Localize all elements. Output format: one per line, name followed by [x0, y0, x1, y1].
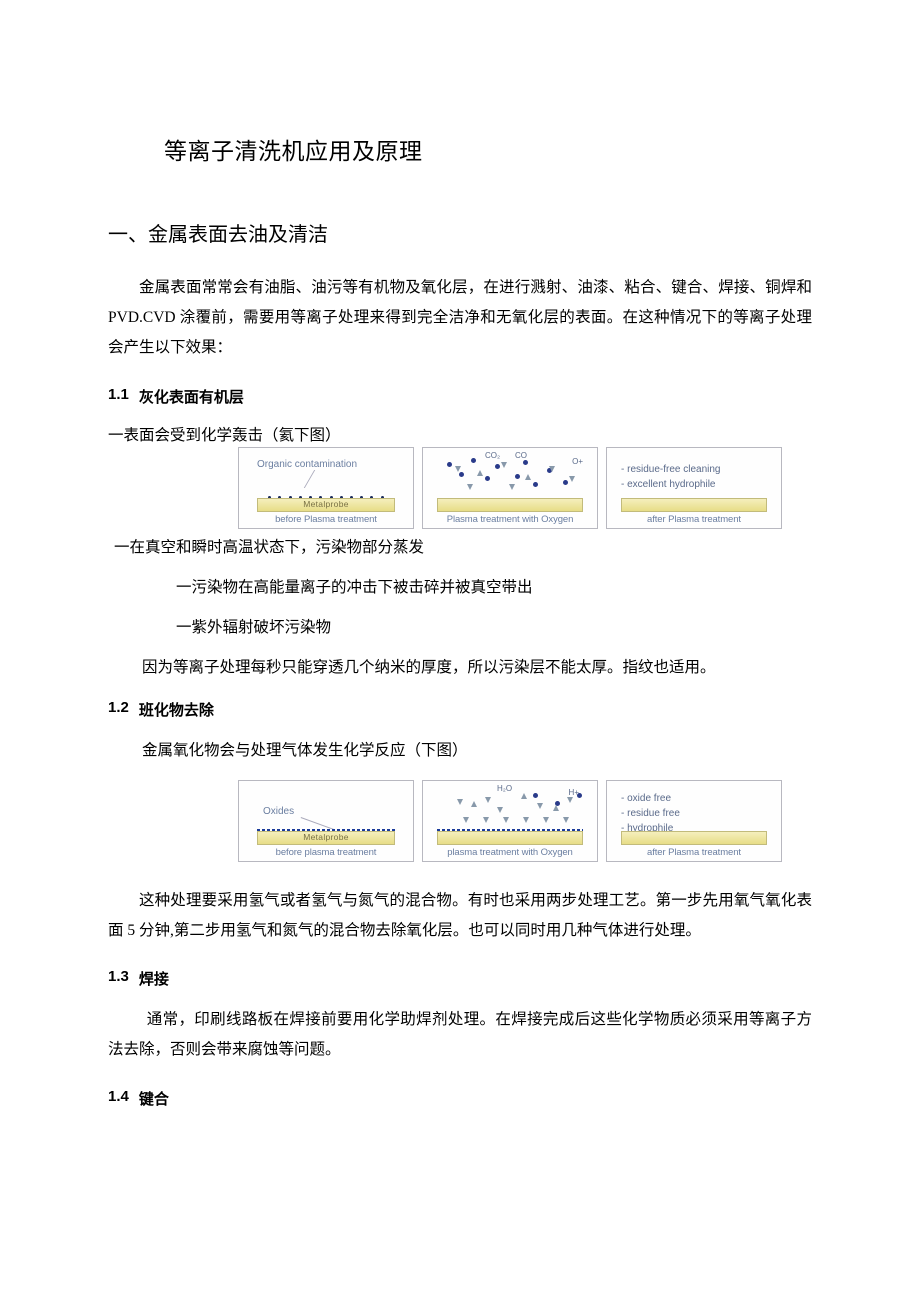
fig2-r2: - residue free: [621, 806, 680, 821]
fig2-panel-before: Oxides before plasma treatment: [238, 780, 414, 862]
fig1-panel-after: - residue-free cleaning - excellent hydr…: [606, 447, 782, 529]
fig2-caption-1: before plasma treatment: [239, 848, 413, 858]
figure-1: Organic contamination before Plasma trea…: [238, 447, 812, 529]
fig1-panel-before: Organic contamination before Plasma trea…: [238, 447, 414, 529]
para-1-2-after-text: 这种处理要采用氢气或者氢气与氮气的混合物。有时也采用两步处理工艺。第一步先用氧气…: [108, 892, 812, 939]
note-thickness: 因为等离子处理每秒只能穿透几个纳米的厚度，所以污染层不能太厚。指纹也适用。: [142, 655, 812, 677]
fig1-caption-1: before Plasma treatment: [239, 515, 413, 525]
fig2-panel-plasma: H₂O H+ plasma treatment with Oxygen: [422, 780, 598, 862]
metal-bar: [437, 498, 583, 512]
fig1-r1: - residue-free cleaning: [621, 462, 721, 477]
subheading-1-1: 1.1 灰化表面有机层: [108, 386, 812, 407]
para-1-2-after: 这种处理要采用氢气或者氢气与氮气的混合物。有时也采用两步处理工艺。第一步先用氧气…: [108, 886, 812, 946]
item-uv: 一紫外辐射破坏污染物: [176, 615, 812, 637]
para-1-3-text: 通常，印刷线路板在焊接前要用化学助焊剂处理。在焊接完成后这些化学物质必须采用等离…: [108, 1011, 812, 1058]
subheading-number: 1.4: [108, 1088, 129, 1109]
metal-bar: [437, 831, 583, 845]
lead-line-1-2: 金属氧化物会与处理气体发生化学反应（下图）: [142, 738, 812, 760]
metal-bar: [621, 498, 767, 512]
particles: [437, 454, 583, 500]
subheading-title: 班化物去除: [139, 699, 214, 720]
subheading-number: 1.3: [108, 968, 129, 989]
fig2-panel-after: - oxide free - residue free - hydrophile…: [606, 780, 782, 862]
subheading-1-2: 1.2 班化物去除: [108, 699, 812, 720]
metal-bar: [257, 831, 395, 845]
document-page: 等离子清洗机应用及原理 一、金属表面去油及清洁 金属表面常常会有油脂、油污等有机…: [0, 0, 920, 1301]
metal-bar: [621, 831, 767, 845]
fig1-result-list: - residue-free cleaning - excellent hydr…: [621, 462, 721, 492]
fig1-caption-3: after Plasma treatment: [607, 515, 781, 525]
fig2-oxides-label: Oxides: [263, 807, 294, 817]
fig1-organic-label: Organic contamination: [257, 460, 357, 470]
section-heading-1: 一、金属表面去油及清洁: [108, 218, 812, 247]
metal-bar: [257, 498, 395, 512]
page-title: 等离子清洗机应用及原理: [164, 132, 812, 166]
item-impact: 一污染物在高能量离子的冲击下被击碎并被真空带出: [176, 575, 812, 597]
fig2-caption-3: after Plasma treatment: [607, 848, 781, 858]
intro-text: 金属表面常常会有油脂、油污等有机物及氧化层，在进行溅射、油漆、粘合、键合、焊接、…: [108, 279, 812, 356]
subheading-number: 1.2: [108, 699, 129, 720]
fig2-result-list: - oxide free - residue free - hydrophile: [621, 791, 680, 836]
after-fig-line: 一在真空和瞬时高温状态下，污染物部分蒸发: [114, 535, 812, 557]
para-1-3: 通常，印刷线路板在焊接前要用化学助焊剂处理。在焊接完成后这些化学物质必须采用等离…: [108, 1005, 812, 1065]
subheading-number: 1.1: [108, 386, 129, 407]
subheading-1-3: 1.3 焊接: [108, 968, 812, 989]
fig1-panel-plasma: CO₂ CO O+ Plasma treatment with Oxygen: [422, 447, 598, 529]
figure-2: Oxides before plasma treatment H₂O H+: [238, 780, 812, 862]
lead-line-1-1: 一表面会受到化学轰击（氦下图）: [108, 423, 812, 445]
subheading-1-4: 1.4 键合: [108, 1088, 812, 1109]
leader-line: [304, 470, 355, 488]
subheading-title: 键合: [139, 1088, 169, 1109]
fig2-caption-2: plasma treatment with Oxygen: [423, 848, 597, 858]
fig2-r1: - oxide free: [621, 791, 680, 806]
fig1-caption-2: Plasma treatment with Oxygen: [423, 515, 597, 525]
particles: [437, 787, 583, 833]
subheading-title: 灰化表面有机层: [139, 386, 244, 407]
subheading-title: 焊接: [139, 968, 169, 989]
fig1-r2: - excellent hydrophile: [621, 477, 721, 492]
intro-paragraph: 金属表面常常会有油脂、油污等有机物及氧化层，在进行溅射、油漆、粘合、键合、焊接、…: [108, 273, 812, 364]
